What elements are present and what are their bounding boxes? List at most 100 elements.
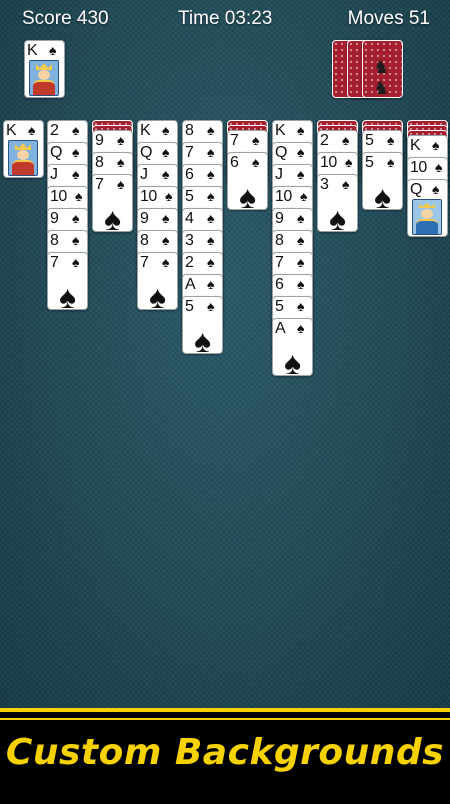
card-rank: 8 <box>140 232 149 249</box>
card-rank: J <box>50 166 58 183</box>
moves-display: Moves 51 <box>347 8 430 29</box>
reindeer-icon: ♞ ♞ <box>373 57 392 98</box>
spade-icon: ♠ <box>435 159 443 175</box>
card-rank: Q <box>410 181 422 198</box>
spade-icon: ♠ <box>252 154 260 170</box>
card-rank: 6 <box>275 276 284 293</box>
spade-icon: ♠ <box>75 188 83 204</box>
playing-card[interactable]: 7 ♠ ♠ <box>137 252 178 310</box>
card-rank: 6 <box>185 166 194 183</box>
card-rank: Q <box>275 144 287 161</box>
card-rank: 7 <box>275 254 284 271</box>
card-rank: 6 <box>230 154 239 171</box>
spade-icon: ♠ <box>162 210 170 226</box>
queen-robe-icon <box>416 219 438 234</box>
playing-card[interactable]: K ♠ <box>3 120 44 178</box>
playing-card[interactable]: 3 ♠ ♠ <box>317 174 358 232</box>
card-rank: 9 <box>275 210 284 227</box>
king-crown-icon <box>15 143 31 150</box>
king-robe-icon <box>33 80 55 95</box>
card-rank: 9 <box>95 132 104 149</box>
spade-icon: ♠ <box>207 254 215 270</box>
spade-icon: ♠ <box>72 210 80 226</box>
spade-icon: ♠ <box>28 122 36 138</box>
time-display: Time 03:23 <box>178 8 273 29</box>
spade-icon: ♠ <box>162 232 170 248</box>
card-rank: J <box>140 166 148 183</box>
playing-card[interactable]: 5 ♠ ♠ <box>362 152 403 210</box>
spade-icon: ♠ <box>162 122 170 138</box>
spade-icon: ♠ <box>207 188 215 204</box>
spade-icon: ♠ <box>72 166 80 182</box>
card-rank: Q <box>50 144 62 161</box>
large-spade-icon: ♠ <box>239 179 256 210</box>
spade-icon: ♠ <box>162 166 170 182</box>
card-rank: 10 <box>320 154 337 171</box>
stock-card[interactable]: ♞ ♞ <box>362 40 403 98</box>
playing-card[interactable]: 7 ♠ ♠ <box>92 174 133 232</box>
spade-icon: ♠ <box>297 320 305 336</box>
card-rank: 2 <box>50 122 59 139</box>
spade-icon: ♠ <box>72 254 80 270</box>
spade-icon: ♠ <box>207 166 215 182</box>
large-spade-icon: ♠ <box>149 279 166 310</box>
large-spade-icon: ♠ <box>284 345 301 376</box>
large-spade-icon: ♠ <box>374 179 391 210</box>
spade-icon: ♠ <box>72 232 80 248</box>
king-head-icon <box>38 70 50 80</box>
spade-icon: ♠ <box>207 276 215 292</box>
king-portrait-icon <box>29 60 59 96</box>
spade-icon: ♠ <box>432 181 440 197</box>
card-rank: K <box>410 137 421 154</box>
card-rank: 5 <box>365 154 374 171</box>
spade-icon: ♠ <box>297 122 305 138</box>
spade-icon: ♠ <box>117 132 125 148</box>
spade-icon: ♠ <box>207 122 215 138</box>
large-spade-icon: ♠ <box>194 323 211 354</box>
playing-card[interactable]: 6 ♠ ♠ <box>227 152 268 210</box>
card-rank: 7 <box>50 254 59 271</box>
large-spade-icon: ♠ <box>329 201 346 232</box>
playing-card[interactable]: Q ♠ <box>407 179 448 237</box>
card-rank: 10 <box>140 188 157 205</box>
spade-icon: ♠ <box>342 176 350 192</box>
large-spade-icon: ♠ <box>59 279 76 310</box>
playing-card[interactable]: K ♠ <box>24 40 65 98</box>
playing-card[interactable]: 7 ♠ ♠ <box>47 252 88 310</box>
card-rank: 5 <box>185 298 194 315</box>
spade-icon: ♠ <box>297 298 305 314</box>
promo-banner: Custom Backgrounds <box>0 708 450 804</box>
card-rank: 5 <box>365 132 374 149</box>
card-rank: A <box>185 276 196 293</box>
card-rank: 10 <box>410 159 427 176</box>
queen-head-icon <box>421 209 433 219</box>
card-rank: A <box>275 320 286 337</box>
spade-icon: ♠ <box>297 276 305 292</box>
card-rank: 2 <box>185 254 194 271</box>
card-rank: J <box>275 166 283 183</box>
spade-icon: ♠ <box>297 232 305 248</box>
spade-icon: ♠ <box>117 176 125 192</box>
playing-card[interactable]: 5 ♠ ♠ <box>182 296 223 354</box>
spade-icon: ♠ <box>297 166 305 182</box>
game-board: Score 430 Time 03:23 Moves 51 K ♠ ♞ ♞ K ♠ 2… <box>0 0 450 708</box>
spade-icon: ♠ <box>207 210 215 226</box>
card-rank: 7 <box>185 144 194 161</box>
card-rank: 7 <box>95 176 104 193</box>
spade-icon: ♠ <box>300 188 308 204</box>
king-crown-icon <box>36 63 52 70</box>
spade-icon: ♠ <box>387 132 395 148</box>
spade-icon: ♠ <box>207 144 215 160</box>
card-rank: 9 <box>50 210 59 227</box>
card-rank: 7 <box>140 254 149 271</box>
spade-icon: ♠ <box>165 188 173 204</box>
spade-icon: ♠ <box>162 144 170 160</box>
card-rank: 5 <box>185 188 194 205</box>
playing-card[interactable]: A ♠ ♠ <box>272 318 313 376</box>
card-rank: 8 <box>50 232 59 249</box>
spade-icon: ♠ <box>117 154 125 170</box>
spade-icon: ♠ <box>345 154 353 170</box>
card-rank: 10 <box>275 188 292 205</box>
spade-icon: ♠ <box>297 254 305 270</box>
king-head-icon <box>17 150 29 160</box>
